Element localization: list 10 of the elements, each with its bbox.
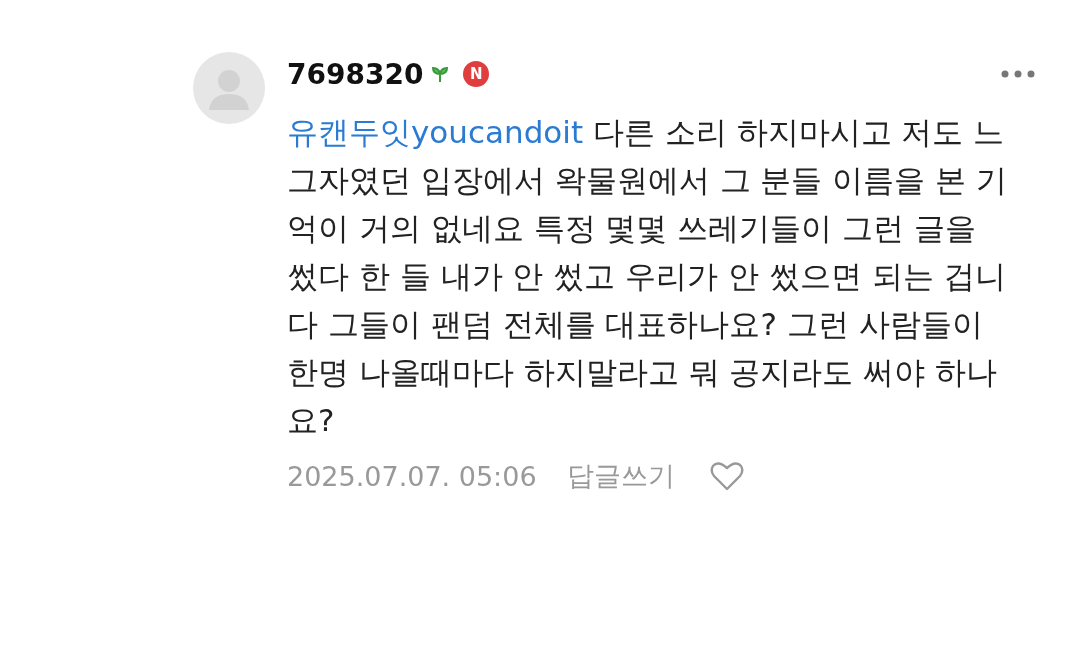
comment-date: 2025.07.07. 05:06 [287,460,537,492]
sprout-icon [431,65,450,83]
author-name[interactable]: 7698320 [287,57,424,91]
more-icon[interactable] [1001,70,1035,78]
comment-text: 유캔두잇youcandoit 다른 소리 하지마시고 저도 느그자였던 입장에서 왁물원에서 그 분들 이름을 본 기억이 거의 없네요 특정 몇몇 쓰레기들이 그런 글을 썼다 한 들 내가 안 썼고 우리가 안 썼으면 되는 겁니다 그들이 팬덤 전체를 대표하나요? 그런 사람들이 한명 나올때마다 하지말라고 뭐 공지라도 써야 하나요? [287,113,1007,440]
mention-link[interactable]: 유캔두잇youcandoit [287,114,584,150]
new-badge: N [463,61,490,87]
heart-icon[interactable] [708,460,745,492]
reply-button[interactable]: 답글쓰기 [566,458,675,494]
avatar-icon [193,52,265,124]
